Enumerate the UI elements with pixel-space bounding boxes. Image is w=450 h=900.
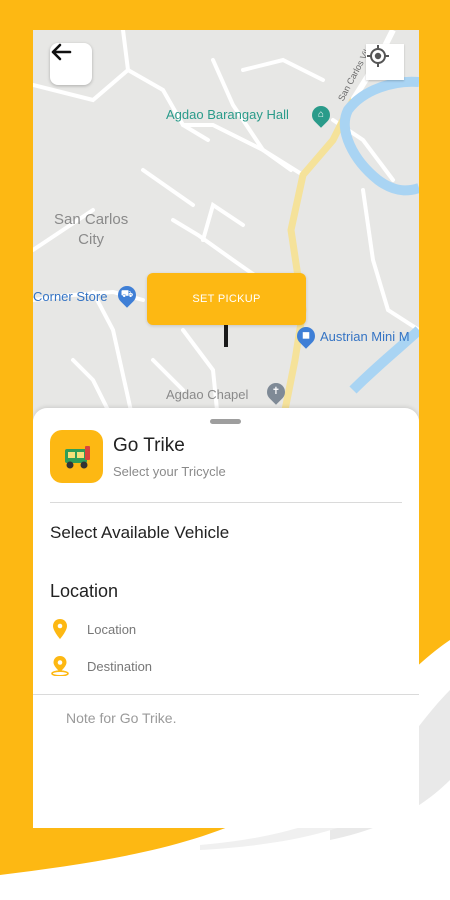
pickup-location-field[interactable]: Location: [50, 619, 136, 639]
church-icon[interactable]: ✝: [263, 379, 289, 405]
phone-screen: Agdao Barangay Hall ⌂ San Carlos Vil San…: [33, 30, 419, 828]
corner-store-label: Corner Store: [33, 289, 108, 304]
shopping-bag-icon[interactable]: ◼: [293, 323, 319, 349]
barangay-hall-label: Agdao Barangay Hall: [166, 107, 289, 122]
booking-bottom-sheet: Go Trike Select your Tricycle Select Ava…: [33, 408, 419, 828]
driver-note-input[interactable]: [66, 710, 396, 726]
city-label: San Carlos City: [54, 211, 129, 248]
my-location-button[interactable]: [366, 44, 404, 80]
location-heading: Location: [50, 581, 119, 601]
location-field-label: Location: [87, 621, 137, 637]
destination-field-label: Destination: [87, 658, 153, 674]
government-building-icon[interactable]: ⌂: [308, 102, 334, 128]
map-view[interactable]: Agdao Barangay Hall ⌂ San Carlos Vil San…: [33, 30, 419, 420]
sheet-drag-handle[interactable]: [210, 419, 241, 424]
location-pin-icon: [50, 619, 70, 639]
service-title: Go Trike: [113, 435, 185, 456]
austrian-mini-label: Austrian Mini M: [320, 329, 410, 344]
chapel-label: Agdao Chapel: [166, 387, 249, 402]
destination-pin-icon: [50, 656, 70, 676]
destination-field[interactable]: Destination: [50, 656, 152, 676]
pickup-pin-marker: [224, 325, 228, 347]
arrow-left-icon: [51, 43, 72, 61]
service-subtitle: Select your Tricycle: [113, 464, 226, 479]
tricycle-icon: [50, 430, 103, 483]
select-vehicle-heading[interactable]: Select Available Vehicle: [50, 523, 229, 543]
divider: [50, 502, 402, 503]
back-button[interactable]: [50, 43, 92, 85]
divider: [33, 694, 419, 695]
set-pickup-button[interactable]: SET PICKUP: [147, 273, 306, 325]
my-location-icon: [367, 45, 389, 67]
shopping-cart-icon[interactable]: ⛟: [114, 282, 140, 308]
